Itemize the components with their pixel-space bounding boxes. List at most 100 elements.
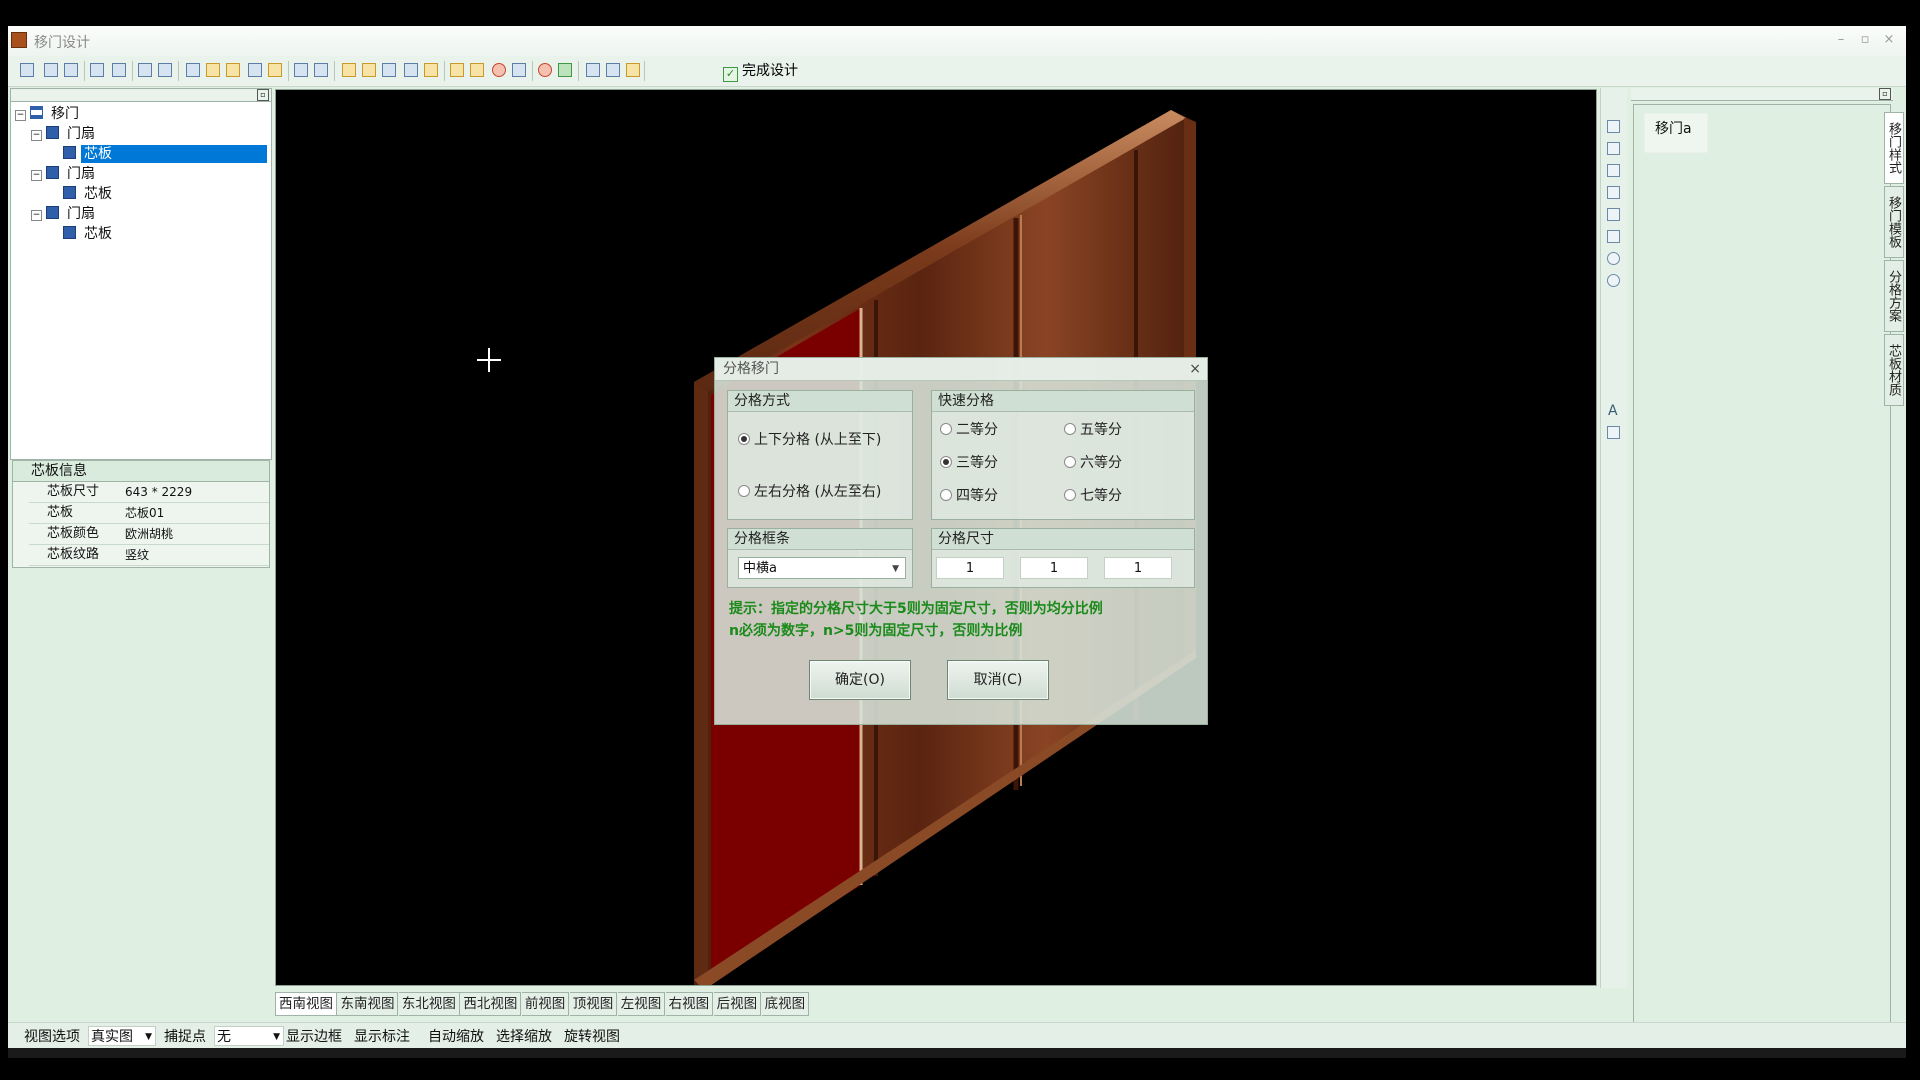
- tree-node-door-leaf[interactable]: − 门扇: [31, 125, 98, 143]
- select-zoom-button[interactable]: 选择缩放: [496, 1027, 552, 1047]
- rectangle-tool-icon[interactable]: [1607, 426, 1620, 439]
- radio-thirds[interactable]: 三等分: [940, 454, 998, 472]
- auto-zoom-button[interactable]: 自动缩放: [428, 1027, 484, 1047]
- dimension-tool-icon[interactable]: [1607, 142, 1620, 155]
- tab-back-view[interactable]: 后视图: [713, 992, 762, 1016]
- grid-icon[interactable]: [248, 63, 262, 77]
- print-icon[interactable]: [606, 63, 620, 77]
- pin-icon[interactable]: ▫: [1879, 88, 1891, 100]
- render-mode-select[interactable]: 真实图 ▼: [88, 1026, 156, 1046]
- finish-design-label: 完成设计: [742, 63, 798, 79]
- group-title: 分格框条: [728, 529, 912, 550]
- save-icon[interactable]: [64, 63, 78, 77]
- tab-northwest-view[interactable]: 西北视图: [460, 992, 522, 1016]
- panel-left-icon[interactable]: [342, 63, 356, 77]
- columns-icon[interactable]: [512, 63, 526, 77]
- pencil-tool-icon[interactable]: [1607, 208, 1620, 221]
- frame-icon[interactable]: [268, 63, 282, 77]
- show-frame-button[interactable]: 显示边框: [286, 1027, 342, 1047]
- close-button[interactable]: ×: [1878, 31, 1900, 49]
- tab-right-view[interactable]: 右视图: [665, 992, 714, 1016]
- tab-panel-material[interactable]: 芯板材质: [1884, 334, 1904, 406]
- redo-icon[interactable]: [158, 63, 172, 77]
- tree-node-root[interactable]: − 移门: [15, 105, 82, 123]
- dropdown-arrow-icon: ▼: [145, 1032, 152, 1042]
- radio-sevenths[interactable]: 七等分: [1064, 487, 1122, 505]
- cancel-button[interactable]: 取消(C): [947, 660, 1049, 700]
- circle-tool-icon[interactable]: [1607, 252, 1620, 265]
- collapse-icon[interactable]: −: [31, 170, 42, 181]
- tree-node-core-panel[interactable]: 芯板: [63, 185, 115, 203]
- panel-right-icon[interactable]: [362, 63, 376, 77]
- radio-halves[interactable]: 二等分: [940, 421, 998, 439]
- minimize-button[interactable]: –: [1830, 31, 1852, 49]
- undo-icon[interactable]: [138, 63, 152, 77]
- split-bar-select[interactable]: 中横a ▼: [738, 557, 906, 579]
- collapse-icon[interactable]: −: [31, 130, 42, 141]
- radio-fifths[interactable]: 五等分: [1064, 421, 1122, 439]
- collapse-icon[interactable]: −: [31, 210, 42, 221]
- style-item[interactable]: 移门a: [1644, 113, 1708, 153]
- horizontal-bar-icon[interactable]: [294, 63, 308, 77]
- rotate-view-button[interactable]: 旋转视图: [564, 1027, 620, 1047]
- select-pointer-icon[interactable]: [90, 63, 104, 77]
- tab-northeast-view[interactable]: 东北视图: [398, 992, 460, 1016]
- tree-node-core-panel-selected[interactable]: 芯板: [63, 145, 267, 163]
- export-icon[interactable]: [586, 63, 600, 77]
- split-size-group: 分格尺寸 1 1 1: [931, 528, 1195, 588]
- door-pair-icon[interactable]: [470, 63, 484, 77]
- tree-node-door-leaf[interactable]: − 门扇: [31, 205, 98, 223]
- toolbar: ✓ 完成设计: [8, 56, 1906, 87]
- radio-left-right[interactable]: 左右分格 (从左至右): [738, 483, 881, 501]
- stop-icon[interactable]: [538, 63, 552, 77]
- angle-tool-icon[interactable]: [1607, 186, 1620, 199]
- tree-node-door-leaf[interactable]: − 门扇: [31, 165, 98, 183]
- ok-button[interactable]: 确定(O): [809, 660, 911, 700]
- tree-panel-header: ▫: [11, 89, 271, 102]
- square-icon: [63, 146, 76, 159]
- text-tool-icon[interactable]: A: [1608, 403, 1618, 419]
- restore-button[interactable]: ▫: [1854, 31, 1876, 49]
- ellipse-tool-icon[interactable]: [1607, 274, 1620, 287]
- split-size-cell[interactable]: 1: [936, 557, 1004, 579]
- tab-southwest-view[interactable]: 西南视图: [275, 992, 337, 1016]
- tab-bottom-view[interactable]: 底视图: [761, 992, 810, 1016]
- paste-icon[interactable]: [226, 63, 240, 77]
- line-tool-icon[interactable]: [1607, 120, 1620, 133]
- split-vertical-icon[interactable]: [382, 63, 396, 77]
- tab-left-view[interactable]: 左视图: [617, 992, 666, 1016]
- split-size-cell[interactable]: 1: [1104, 557, 1172, 579]
- attach-icon[interactable]: [314, 63, 328, 77]
- radio-top-bottom[interactable]: 上下分格 (从上至下): [738, 431, 881, 449]
- style-list: 移门a: [1633, 104, 1891, 1026]
- arc-tool-icon[interactable]: [1607, 230, 1620, 243]
- check-icon[interactable]: [558, 63, 572, 77]
- open-file-icon[interactable]: [44, 63, 58, 77]
- refresh-icon[interactable]: [112, 63, 126, 77]
- tab-top-view[interactable]: 顶视图: [569, 992, 618, 1016]
- split-double-icon[interactable]: [404, 63, 418, 77]
- tab-front-view[interactable]: 前视图: [521, 992, 570, 1016]
- dialog-close-icon[interactable]: ×: [1189, 358, 1201, 380]
- pin-icon[interactable]: ▫: [257, 89, 269, 101]
- finish-design-button[interactable]: ✓ 完成设计: [723, 62, 798, 82]
- tree-node-core-panel[interactable]: 芯板: [63, 225, 115, 243]
- door-leaf-icon[interactable]: [450, 63, 464, 77]
- tab-door-template[interactable]: 移门模板: [1884, 186, 1904, 258]
- tab-door-style[interactable]: 移门样式: [1884, 112, 1904, 184]
- radio-sixths[interactable]: 六等分: [1064, 454, 1122, 472]
- delete-icon[interactable]: [492, 63, 506, 77]
- copy-icon[interactable]: [206, 63, 220, 77]
- measure-tool-icon[interactable]: [1607, 164, 1620, 177]
- show-dims-button[interactable]: 显示标注: [354, 1027, 410, 1047]
- split-size-cell[interactable]: 1: [1020, 557, 1088, 579]
- snap-select[interactable]: 无 ▼: [214, 1026, 284, 1046]
- layout-icon[interactable]: [186, 63, 200, 77]
- collapse-icon[interactable]: −: [15, 110, 26, 121]
- new-file-icon[interactable]: [20, 63, 34, 77]
- radio-quarters[interactable]: 四等分: [940, 487, 998, 505]
- settings-icon[interactable]: [626, 63, 640, 77]
- tab-southeast-view[interactable]: 东南视图: [337, 992, 399, 1016]
- split-panel-icon[interactable]: [424, 63, 438, 77]
- tab-split-scheme[interactable]: 分格方案: [1884, 260, 1904, 332]
